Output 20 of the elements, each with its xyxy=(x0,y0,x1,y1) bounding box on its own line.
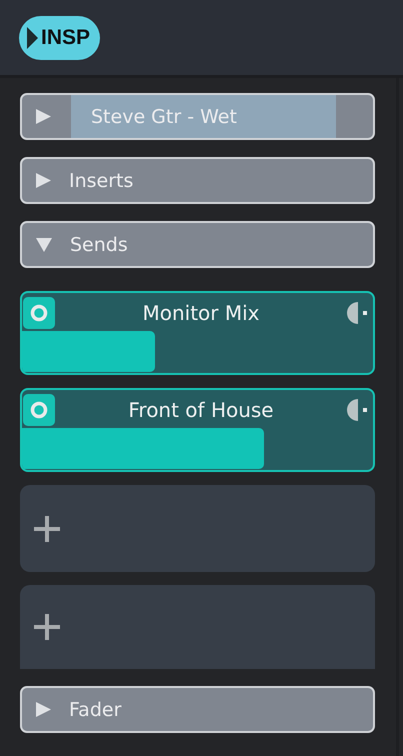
section-header[interactable]: Inserts xyxy=(20,157,375,204)
power-button[interactable] xyxy=(23,297,55,329)
add-icon[interactable] xyxy=(33,613,61,641)
pan-icon[interactable] xyxy=(347,399,367,421)
disclosure-triangle-icon xyxy=(36,702,51,717)
disclosure-triangle-icon xyxy=(36,109,51,124)
power-button[interactable] xyxy=(23,394,55,426)
track-name-bar[interactable]: Steve Gtr - Wet xyxy=(20,93,375,140)
add-icon[interactable] xyxy=(33,514,61,542)
section-header[interactable]: Fader xyxy=(20,686,375,733)
disclosure-triangle-icon xyxy=(36,173,51,188)
section-header[interactable]: Sends xyxy=(20,221,375,268)
disclosure-triangle-icon xyxy=(36,238,52,252)
inspector-toggle-button[interactable]: INSP xyxy=(19,16,100,60)
triangle-icon xyxy=(27,26,38,48)
ring-icon xyxy=(29,400,49,420)
send-name: Front of House xyxy=(127,398,275,422)
ring-icon xyxy=(29,303,49,323)
pan-icon[interactable] xyxy=(347,302,367,324)
send-name: Monitor Mix xyxy=(141,301,261,325)
